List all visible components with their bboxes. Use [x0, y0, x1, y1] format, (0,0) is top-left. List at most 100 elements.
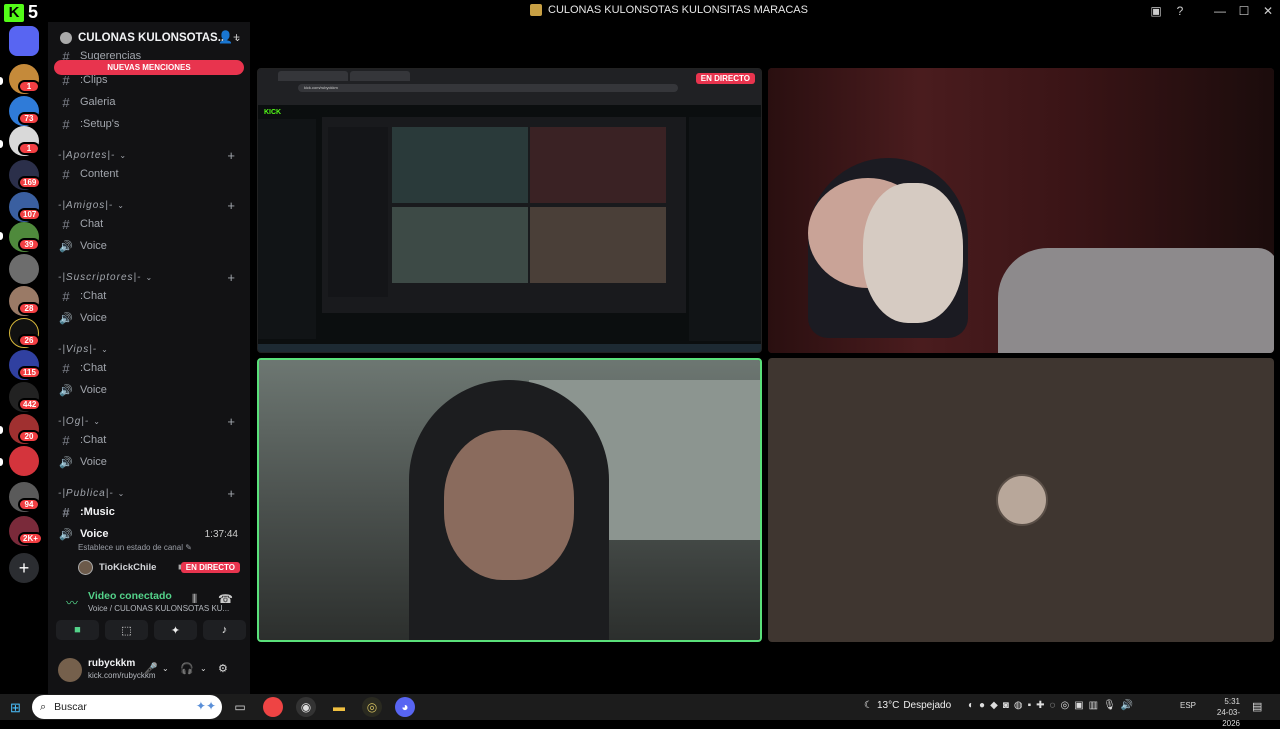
voice-connection-panel: 〰 Video conectado Voice / CULONAS KULONS…: [48, 586, 250, 648]
microphone-icon[interactable]: 🎤: [144, 662, 158, 675]
pencil-icon: ✎: [185, 543, 192, 552]
channel-amigos-voice[interactable]: 🔊 Voice: [56, 236, 244, 256]
microphone-tray-icon[interactable]: ●: [979, 700, 985, 711]
noise-suppression-icon[interactable]: ⫴: [192, 592, 197, 607]
channel-label: :Chat: [80, 434, 107, 446]
app-icon[interactable]: ◎: [362, 697, 382, 717]
headphones-icon[interactable]: 🎧: [180, 662, 194, 675]
tray-icon[interactable]: ◌: [1050, 700, 1056, 711]
channel-vips-voice[interactable]: 🔊 Voice: [56, 380, 244, 400]
whatsapp-icon[interactable]: ◍: [1014, 700, 1023, 711]
chevron-down-icon: ⌄: [117, 200, 125, 210]
hash-icon: #: [62, 72, 70, 88]
nested-empty: [530, 207, 666, 283]
app-brand: K 5: [4, 2, 38, 23]
voice-member[interactable]: TioKickChile ■ EN DIRECTO: [78, 558, 244, 576]
obs-icon[interactable]: ◉: [296, 697, 316, 717]
category-og[interactable]: -|Og|- ⌄ +: [58, 414, 244, 429]
windows-start-icon[interactable]: ⊞: [10, 700, 21, 716]
close-button[interactable]: ✕: [1256, 0, 1280, 22]
server-header[interactable]: CULONAS KULONSOTAS... ⌄ 👤+: [48, 26, 250, 50]
shared-chat: [689, 117, 761, 341]
participant-tile[interactable]: [768, 358, 1274, 642]
create-channel-icon[interactable]: +: [227, 270, 236, 285]
minimize-button[interactable]: —: [1208, 0, 1232, 22]
soundboard-button[interactable]: ♪: [203, 620, 246, 640]
add-server-button[interactable]: +: [9, 553, 39, 583]
category-aportes[interactable]: -|Aportes|- ⌄ +: [58, 148, 244, 163]
screen-share-tile[interactable]: kick.com/rubyckkm KICK EN DIRECTO: [257, 68, 762, 353]
shared-kick-page: KICK: [258, 105, 761, 345]
create-channel-icon[interactable]: +: [227, 414, 236, 429]
signal-icon[interactable]: 〰: [66, 594, 78, 611]
channel-label: Voice: [80, 240, 107, 252]
chevron-down-icon: ⌄: [145, 272, 154, 282]
tray-icon[interactable]: ◐: [968, 700, 974, 711]
activities-button[interactable]: ✦: [154, 620, 197, 640]
video-subject-face: [444, 430, 574, 580]
hash-icon: #: [62, 360, 70, 376]
disconnect-icon[interactable]: ☎: [218, 592, 233, 606]
category-suscriptores[interactable]: -|Suscriptores|- ⌄ +: [58, 270, 244, 285]
channel-sus-chat[interactable]: # :Chat: [56, 286, 244, 306]
video-tile[interactable]: [768, 68, 1274, 353]
mic-icon[interactable]: 🎙: [1103, 700, 1116, 711]
channel-galeria[interactable]: # Galeria: [56, 92, 244, 112]
chevron-down-icon[interactable]: ⌄: [200, 664, 207, 673]
volume-icon[interactable]: 🔊: [1121, 700, 1133, 711]
create-channel-icon[interactable]: +: [227, 148, 236, 163]
discord-icon[interactable]: ◕: [395, 697, 415, 717]
channel-clips[interactable]: # :Clips: [56, 70, 244, 90]
tray-icon[interactable]: ◆: [990, 700, 998, 711]
tray-icon[interactable]: ▣: [1074, 700, 1083, 711]
moon-icon: ☾: [864, 700, 873, 711]
tray-icon[interactable]: ✚: [1036, 700, 1044, 711]
channel-setups[interactable]: # :Setup's: [56, 114, 244, 134]
clock[interactable]: 5:31 24-03-2026: [1200, 696, 1240, 729]
steam-icon[interactable]: ◎: [1060, 700, 1069, 711]
file-explorer-icon[interactable]: ▬: [329, 697, 349, 717]
task-view-icon[interactable]: ▭: [230, 697, 250, 717]
channel-publica-voice[interactable]: 🔊 Voice 1:37:44: [56, 524, 244, 544]
speaker-icon: 🔊: [59, 456, 73, 469]
username[interactable]: rubyckkm: [88, 658, 135, 669]
input-language[interactable]: ESP: [1180, 701, 1196, 710]
create-channel-icon[interactable]: +: [227, 198, 236, 213]
inbox-icon[interactable]: ▣: [1144, 0, 1168, 22]
taskbar-search[interactable]: ⌕ Buscar ✦✦: [32, 695, 222, 719]
chevron-down-icon[interactable]: ⌄: [162, 664, 169, 673]
maximize-button[interactable]: ☐: [1232, 0, 1256, 22]
video-tile-speaking[interactable]: [257, 358, 762, 642]
camera-button[interactable]: ■: [56, 620, 99, 640]
direct-messages-icon[interactable]: [9, 26, 39, 56]
tray-icon[interactable]: ▥: [1089, 700, 1098, 711]
channel-amigos-chat[interactable]: # Chat: [56, 214, 244, 234]
window-title-text: CULONAS KULONSOTAS KULONSITAS MARACAS: [548, 4, 808, 16]
category-publica[interactable]: -|Publica|- ⌄ +: [58, 486, 244, 501]
channel-og-chat[interactable]: # :Chat: [56, 430, 244, 450]
help-icon[interactable]: ?: [1168, 0, 1192, 22]
category-amigos[interactable]: -|Amigos|- ⌄ +: [58, 198, 244, 213]
screen-share-button[interactable]: ⬚: [105, 620, 148, 640]
notifications-icon[interactable]: ▤: [1252, 700, 1262, 713]
channel-og-voice[interactable]: 🔊 Voice: [56, 452, 244, 472]
set-channel-status[interactable]: Establece un estado de canal ✎: [78, 543, 192, 552]
settings-gear-icon[interactable]: ⚙: [218, 662, 228, 675]
server-icon[interactable]: [9, 254, 39, 284]
channel-vips-chat[interactable]: # :Chat: [56, 358, 244, 378]
category-vips[interactable]: -|Vips|- ⌄: [58, 342, 244, 356]
weather-widget[interactable]: ☾ 13°C Despejado: [864, 700, 951, 711]
chrome-icon[interactable]: [263, 697, 283, 717]
channel-label: Voice: [80, 456, 107, 468]
channel-sus-voice[interactable]: 🔊 Voice: [56, 308, 244, 328]
add-user-icon[interactable]: 👤+: [218, 30, 240, 44]
tray-icon[interactable]: ▪: [1028, 700, 1032, 711]
kick-site-logo: KICK: [264, 109, 282, 116]
voice-connected-subtitle[interactable]: Voice / CULONAS KULONSOTAS KU...: [88, 604, 236, 613]
create-channel-icon[interactable]: +: [227, 486, 236, 501]
server-icon[interactable]: [9, 446, 39, 476]
avatar[interactable]: [58, 658, 82, 682]
tray-icon[interactable]: ◙: [1003, 700, 1009, 711]
channel-music[interactable]: # :Music: [56, 502, 244, 522]
channel-content[interactable]: # Content: [56, 164, 244, 184]
